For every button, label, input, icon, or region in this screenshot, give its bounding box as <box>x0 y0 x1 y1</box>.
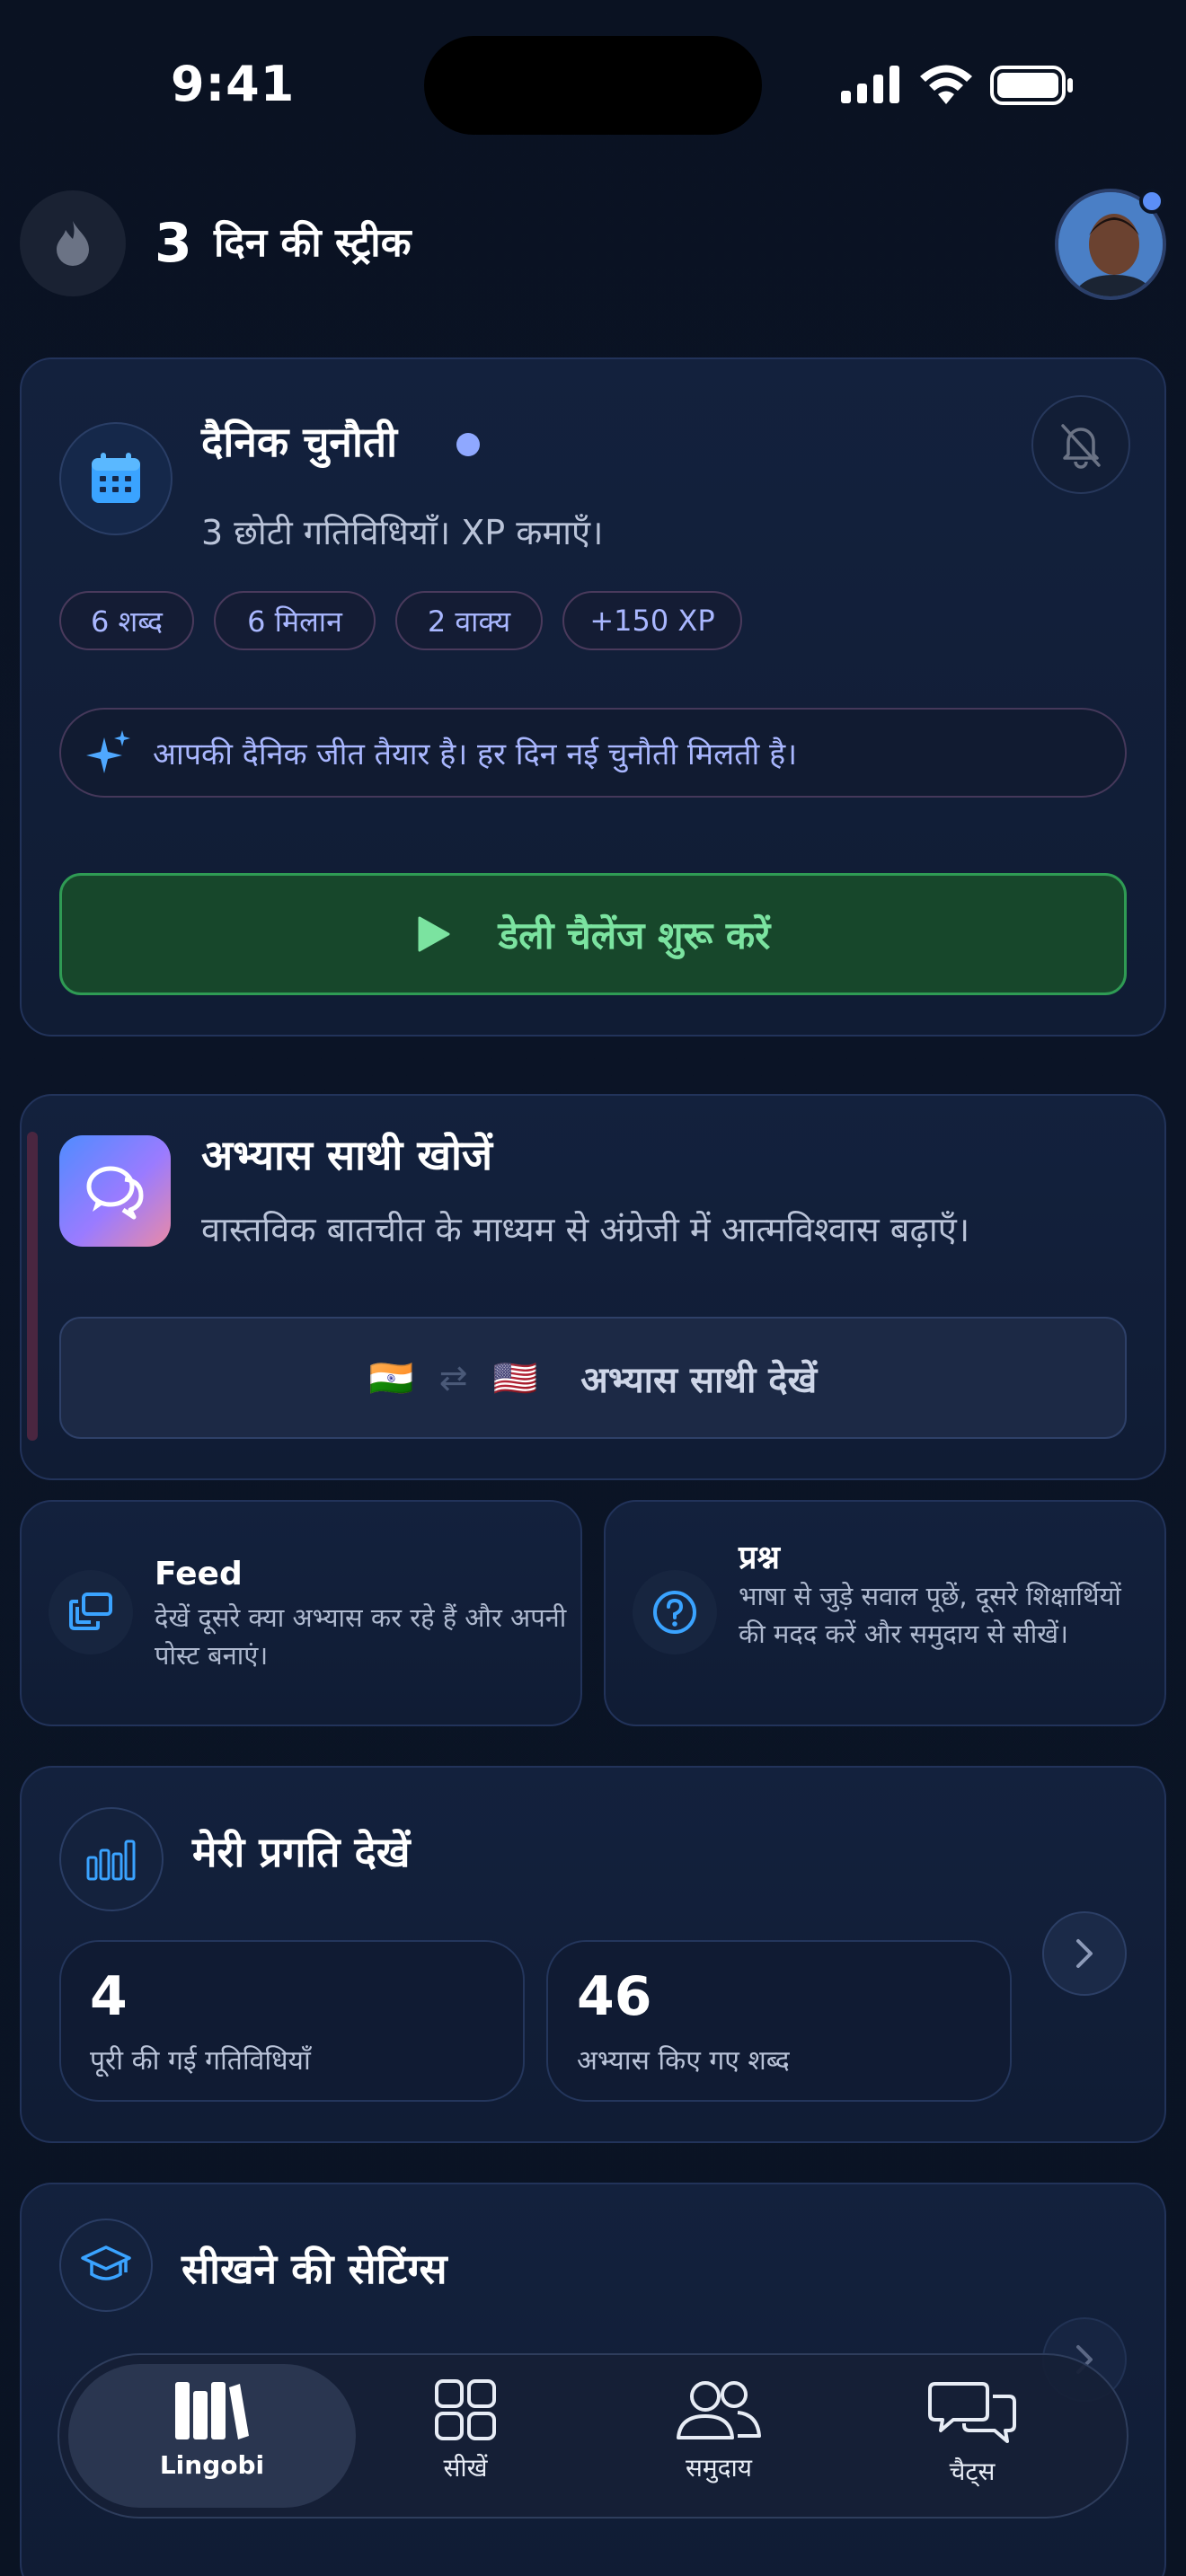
chip-matches: 6 मिलान <box>214 591 376 650</box>
streak-label: दिन की स्ट्रीक <box>214 220 412 266</box>
tab-learn[interactable]: सीखें <box>376 2378 555 2484</box>
start-daily-challenge-button[interactable]: डेली चैलेंज शुरू करें <box>59 873 1127 995</box>
battery-icon <box>990 66 1073 105</box>
question-icon <box>653 1591 696 1634</box>
questions-card[interactable]: प्रश्न भाषा से जुड़े सवाल पूछें, दूसरे श… <box>604 1500 1166 1726</box>
feed-title: Feed <box>155 1556 243 1592</box>
stat-activities-label: पूरी की गई गतिविधियाँ <box>90 2045 311 2077</box>
new-indicator-dot <box>456 433 480 456</box>
graduation-cap-icon <box>81 2245 131 2280</box>
play-icon <box>418 916 450 952</box>
progress-title: मेरी प्रगति देखें <box>192 1828 411 1876</box>
reminder-button[interactable] <box>1031 395 1130 494</box>
flame-icon <box>57 221 89 266</box>
practice-partner-subtitle: वास्तविक बातचीत के माध्यम से अंग्रेजी मे… <box>201 1210 970 1249</box>
feed-description: देखें दूसरे क्या अभ्यास कर रहे हैं और अप… <box>155 1602 567 1671</box>
swap-arrows-icon: ⇄ <box>438 1358 468 1398</box>
tab-chats[interactable]: चैट्स <box>882 2378 1062 2488</box>
tab-chats-label: चैट्स <box>949 2457 996 2486</box>
tab-community[interactable]: समुदाय <box>629 2378 809 2484</box>
feed-stack-icon <box>69 1592 112 1630</box>
stat-words: 46 अभ्यास किए गए शब्द <box>546 1940 1012 2102</box>
practice-partner-title: अभ्यास साथी खोजें <box>201 1131 492 1179</box>
cellular-signal-icon <box>841 66 899 103</box>
question-icon-circle <box>633 1570 717 1654</box>
daily-notice-text: आपकी दैनिक जीत तैयार है। हर दिन नई चुनौत… <box>153 737 798 772</box>
questions-title: प्रश्न <box>739 1539 780 1576</box>
questions-description: भाषा से जुड़े सवाल पूछें, दूसरे शिक्षार्… <box>739 1581 1121 1649</box>
feed-icon-circle <box>49 1570 133 1654</box>
tab-lingobi[interactable]: Lingobi <box>122 2378 302 2480</box>
stat-activities: 4 पूरी की गई गतिविधियाँ <box>59 1940 525 2102</box>
feed-card[interactable]: Feed देखें दूसरे क्या अभ्यास कर रहे हैं … <box>20 1500 582 1726</box>
chip-words: 6 शब्द <box>59 591 194 650</box>
daily-notice: आपकी दैनिक जीत तैयार है। हर दिन नई चुनौत… <box>59 708 1127 798</box>
status-time: 9:41 <box>171 56 296 112</box>
library-icon <box>175 2382 249 2439</box>
sparkles-icon <box>86 730 130 773</box>
daily-challenge-subtitle: 3 छोटी गतिविधियाँ। XP कमाएँ। <box>201 513 604 552</box>
chip-sentences: 2 वाक्य <box>395 591 543 650</box>
status-icons <box>839 65 1075 106</box>
calendar-icon-circle <box>59 422 173 535</box>
progress-icon-circle <box>59 1807 164 1911</box>
view-practice-partners-label: अभ्यास साथी देखें <box>580 1359 818 1401</box>
daily-challenge-title: दैनिक चुनौती <box>201 418 398 466</box>
chat-bubbles-icon <box>86 1166 144 1220</box>
stat-words-label: अभ्यास किए गए शब्द <box>577 2045 790 2077</box>
stat-words-value: 46 <box>577 1965 652 2028</box>
tab-learn-label: सीखें <box>443 2453 488 2483</box>
usa-flag-icon: 🇺🇸 <box>492 1357 538 1399</box>
bell-off-icon <box>1061 424 1101 469</box>
settings-icon-circle <box>59 2219 153 2312</box>
progress-next-button[interactable] <box>1042 1911 1127 1996</box>
calendar-icon <box>92 453 140 503</box>
streak-flame-button[interactable] <box>20 190 126 296</box>
chip-xp: +150 XP <box>562 591 742 650</box>
tab-community-label: समुदाय <box>685 2453 753 2483</box>
wifi-icon <box>920 65 972 104</box>
partner-accent-bar <box>27 1132 38 1441</box>
learning-settings-title: सीखने की सेटिंग्स <box>181 2245 447 2293</box>
notification-dot <box>1139 189 1164 214</box>
bar-chart-icon <box>86 1839 136 1881</box>
stat-activities-value: 4 <box>90 1965 128 2028</box>
streak-count: 3 <box>155 212 192 275</box>
chevron-right-icon <box>1076 1939 1093 1968</box>
view-practice-partners-button[interactable]: 🇮🇳 ⇄ 🇺🇸 अभ्यास साथी देखें <box>59 1317 1127 1439</box>
start-daily-challenge-label: डेली चैलेंज शुरू करें <box>498 913 771 957</box>
people-icon <box>677 2381 761 2439</box>
chat-bubbles-icon <box>928 2382 1016 2443</box>
grid-icon <box>435 2379 496 2440</box>
dynamic-island <box>424 36 762 135</box>
partner-app-icon <box>59 1135 171 1247</box>
tab-lingobi-label: Lingobi <box>159 2450 265 2480</box>
india-flag-icon: 🇮🇳 <box>368 1357 414 1399</box>
